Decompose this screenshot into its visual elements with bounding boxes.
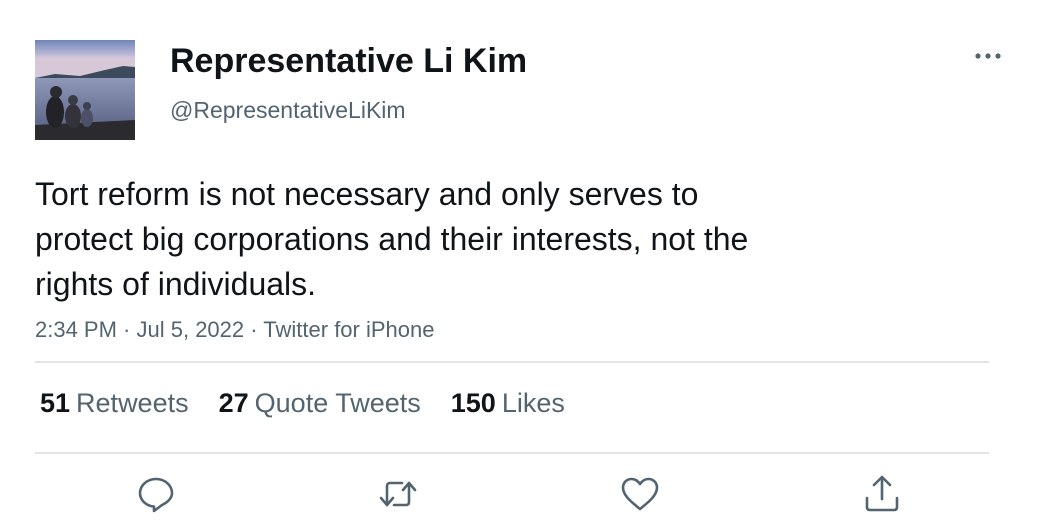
avatar-photo (35, 40, 135, 140)
meta-separator: · (244, 317, 264, 342)
likes-count: 150 (450, 388, 496, 418)
heart-icon (621, 477, 659, 511)
reply-button[interactable] (136, 474, 176, 514)
retweet-button[interactable] (378, 474, 418, 514)
like-button[interactable] (620, 474, 660, 514)
quote-tweets-count: 27 (218, 388, 249, 418)
tweet-text-line: rights of individuals. (35, 266, 317, 302)
engagement-stats: 51 Retweets 27 Quote Tweets 150 Likes (40, 388, 565, 419)
retweets-count: 51 (40, 388, 71, 418)
retweets-stat[interactable]: 51 Retweets (40, 388, 189, 419)
tweet-text-line: Tort reform is not necessary and only se… (35, 176, 699, 212)
tweet-text: Tort reform is not necessary and only se… (35, 172, 935, 307)
tweet-date[interactable]: Jul 5, 2022 (137, 317, 245, 342)
likes-label: Likes (501, 388, 565, 418)
divider (35, 452, 989, 454)
avatar[interactable] (35, 40, 135, 140)
share-icon (865, 475, 899, 512)
author-name[interactable]: Representative Li Kim (170, 42, 527, 81)
author-handle[interactable]: @RepresentativeLiKim (170, 97, 406, 124)
quote-tweets-label: Quote Tweets (254, 388, 421, 418)
share-button[interactable] (862, 474, 902, 514)
quote-tweets-stat[interactable]: 27 Quote Tweets (219, 388, 421, 419)
tweet-text-line: protect big corporations and their inter… (35, 221, 749, 257)
divider (35, 361, 989, 363)
more-options-button[interactable] (970, 43, 1006, 69)
meta-separator: · (116, 317, 137, 342)
likes-stat[interactable]: 150 Likes (451, 388, 565, 419)
retweets-label: Retweets (76, 388, 189, 418)
more-horizontal-icon (975, 53, 1001, 59)
reply-icon (138, 477, 174, 513)
tweet-metadata: 2:34 PM · Jul 5, 2022 · Twitter for iPho… (35, 317, 434, 343)
tweet-time[interactable]: 2:34 PM (35, 317, 117, 342)
retweet-icon (379, 481, 417, 507)
tweet-source[interactable]: Twitter for iPhone (263, 317, 434, 342)
